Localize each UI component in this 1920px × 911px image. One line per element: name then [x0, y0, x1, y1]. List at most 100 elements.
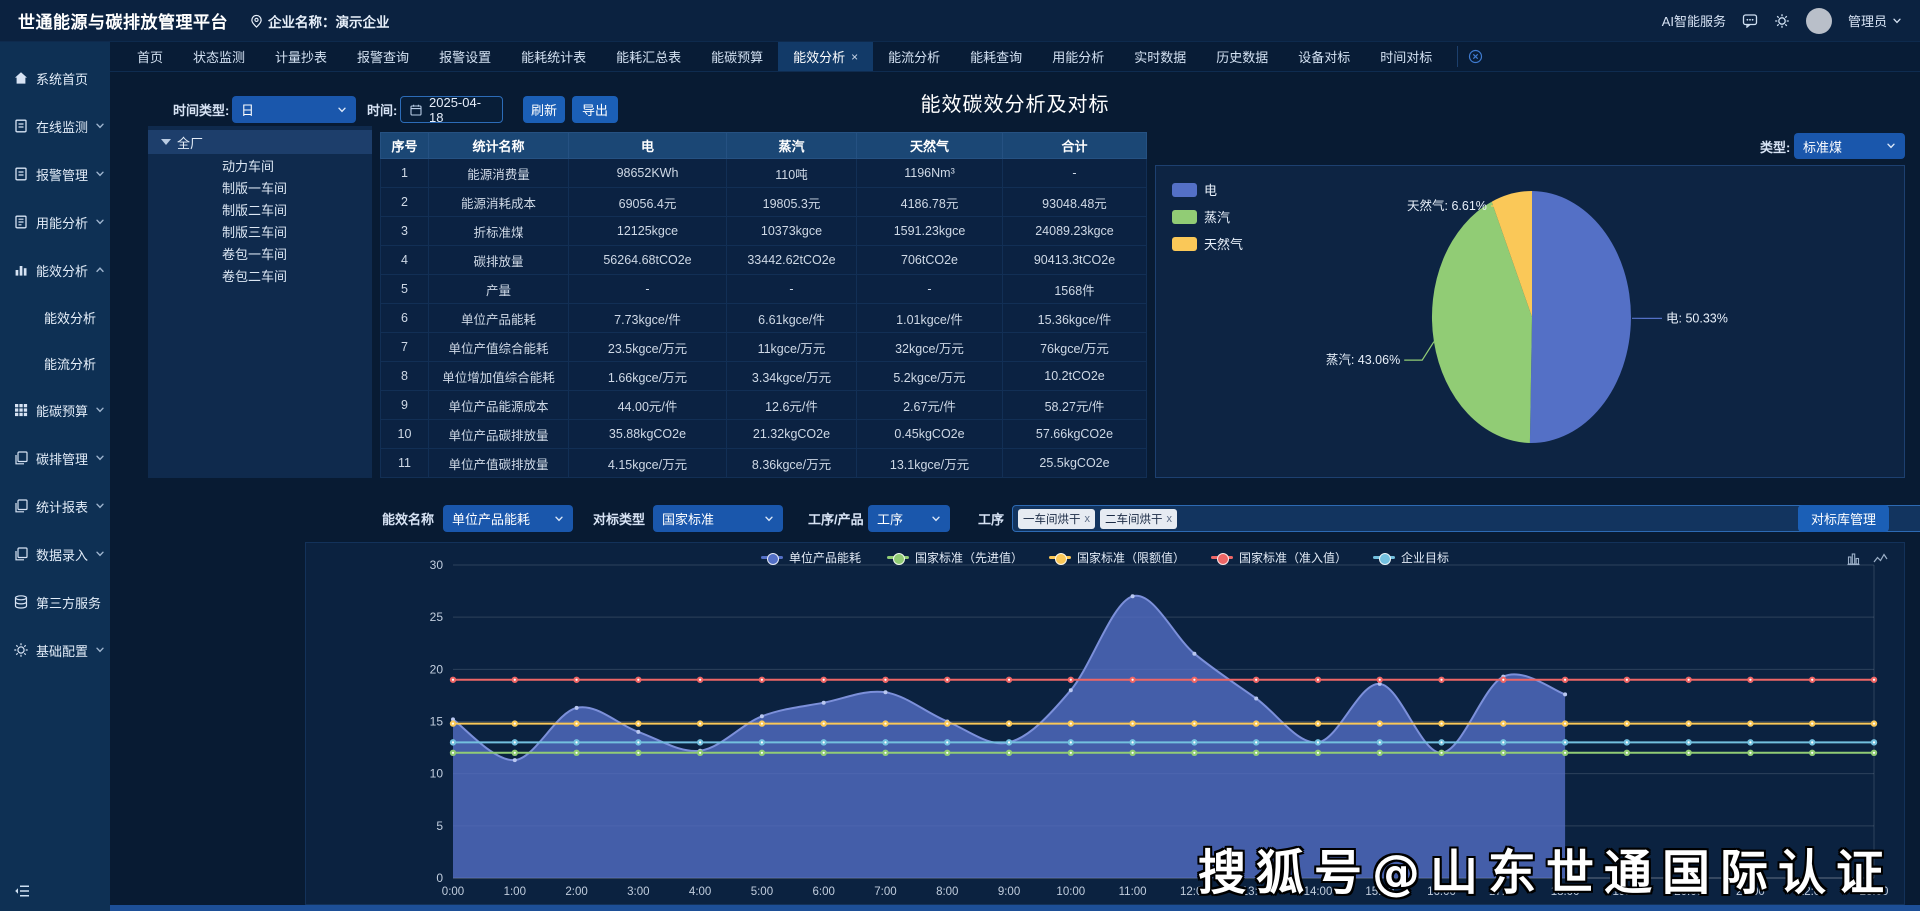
- line-chart-toggle-icon[interactable]: [1873, 551, 1888, 566]
- pie-legend-item-天然气[interactable]: 天然气: [1172, 234, 1243, 253]
- svg-text:20: 20: [430, 662, 444, 676]
- column-header-天然气: 天然气: [857, 133, 1003, 159]
- app-title: 世通能源与碳排放管理平台: [18, 8, 228, 33]
- gear-icon[interactable]: [1774, 13, 1790, 29]
- tab-能流分析[interactable]: 能流分析: [873, 42, 955, 71]
- tab-设备对标[interactable]: 设备对标: [1283, 42, 1365, 71]
- pie-type-select[interactable]: 标准煤: [1794, 133, 1905, 159]
- doc-icon: [13, 118, 29, 134]
- table-row: 5产量---1568件: [381, 275, 1147, 304]
- tab-状态监测[interactable]: 状态监测: [178, 42, 260, 71]
- sidebar-subitem-能效分析[interactable]: 能效分析: [0, 294, 110, 340]
- tab-用能分析[interactable]: 用能分析: [1037, 42, 1119, 71]
- tag-close-icon[interactable]: x: [1085, 513, 1091, 525]
- tab-能效分析[interactable]: 能效分析×: [778, 42, 873, 71]
- tree-node-制版二车间[interactable]: 制版二车间: [148, 198, 372, 220]
- chevron-down-icon: [95, 121, 105, 131]
- tab-报警查询[interactable]: 报警查询: [342, 42, 424, 71]
- collapse-sidebar-icon[interactable]: [14, 884, 30, 898]
- doc-lines-icon: [13, 214, 29, 230]
- tab-报警设置[interactable]: 报警设置: [424, 42, 506, 71]
- copy-icon: [13, 498, 29, 514]
- tab-能耗汇总表[interactable]: 能耗汇总表: [601, 42, 696, 71]
- horizontal-scrollbar[interactable]: [110, 905, 1920, 911]
- app-header: 世通能源与碳排放管理平台 企业名称：演示企业 AI智能服务 管理员: [0, 0, 1920, 42]
- sidebar-item-数据录入[interactable]: 数据录入: [0, 530, 110, 578]
- benchmark-type-select[interactable]: 国家标准: [653, 505, 783, 532]
- pie-slice-电[interactable]: [1530, 191, 1631, 443]
- user-menu[interactable]: 管理员: [1848, 11, 1902, 30]
- sidebar-item-在线监测[interactable]: 在线监测: [0, 102, 110, 150]
- tab-close-icon[interactable]: ×: [851, 50, 858, 64]
- svg-text:9:00: 9:00: [998, 886, 1020, 898]
- tab-首页[interactable]: 首页: [122, 42, 178, 71]
- legend-label: 单位产品能耗: [789, 549, 861, 566]
- chevron-up-icon: [95, 265, 105, 275]
- line-legend-item-企业目标[interactable]: 企业目标: [1373, 549, 1449, 566]
- legend-marker: [1211, 556, 1233, 559]
- sidebar-item-第三方服务[interactable]: 第三方服务: [0, 578, 110, 626]
- selected-tag-一车间烘干[interactable]: 一车间烘干x: [1018, 509, 1095, 529]
- metric-name-select[interactable]: 单位产品能耗: [443, 505, 573, 532]
- sidebar-item-能碳预算[interactable]: 能碳预算: [0, 386, 110, 434]
- line-legend-item-国家标准（限额值）[interactable]: 国家标准（限额值）: [1049, 549, 1185, 566]
- sidebar-item-报警管理[interactable]: 报警管理: [0, 150, 110, 198]
- tab-实时数据[interactable]: 实时数据: [1119, 42, 1201, 71]
- chevron-down-icon: [95, 501, 105, 511]
- tree-node-动力车间[interactable]: 动力车间: [148, 154, 372, 176]
- close-tabs-icon[interactable]: [1468, 42, 1483, 71]
- tab-时间对标[interactable]: 时间对标: [1365, 42, 1447, 71]
- chevron-down-icon: [1886, 141, 1896, 151]
- process-label: 工序: [978, 505, 1004, 532]
- tab-计量抄表[interactable]: 计量抄表: [260, 42, 342, 71]
- pie-legend-item-蒸汽[interactable]: 蒸汽: [1172, 207, 1243, 226]
- sidebar-item-系统首页[interactable]: 系统首页: [0, 54, 110, 102]
- pie-legend-item-电[interactable]: 电: [1172, 180, 1243, 199]
- sidebar-item-统计报表[interactable]: 统计报表: [0, 482, 110, 530]
- sidebar-item-label: 报警管理: [36, 165, 88, 184]
- line-legend-item-国家标准（准入值）[interactable]: 国家标准（准入值）: [1211, 549, 1347, 566]
- tree-node-卷包一车间[interactable]: 卷包一车间: [148, 242, 372, 264]
- bar-chart-toggle-icon[interactable]: [1846, 551, 1861, 566]
- tab-能耗查询[interactable]: 能耗查询: [955, 42, 1037, 71]
- sidebar-item-碳排管理[interactable]: 碳排管理: [0, 434, 110, 482]
- svg-text:25: 25: [430, 610, 444, 624]
- tab-label: 实时数据: [1134, 47, 1186, 66]
- line-legend-item-国家标准（先进值）[interactable]: 国家标准（先进值）: [887, 549, 1023, 566]
- selected-tag-二车间烘干[interactable]: 二车间烘干x: [1100, 509, 1177, 529]
- process-product-select[interactable]: 工序: [868, 505, 950, 532]
- tabbar: 首页状态监测计量抄表报警查询报警设置能耗统计表能耗汇总表能碳预算能效分析×能流分…: [110, 42, 1920, 72]
- sidebar-item-用能分析[interactable]: 用能分析: [0, 198, 110, 246]
- table-cell: 76kgce/万元: [1003, 333, 1147, 362]
- copy-icon: [13, 546, 29, 562]
- table-cell: 8: [381, 362, 429, 391]
- tree-node-制版一车间[interactable]: 制版一车间: [148, 176, 372, 198]
- tab-历史数据[interactable]: 历史数据: [1201, 42, 1283, 71]
- benchmark-type-value: 国家标准: [662, 509, 714, 528]
- table-cell: -: [857, 275, 1003, 304]
- sidebar-subitem-能流分析[interactable]: 能流分析: [0, 340, 110, 386]
- table-cell: 折标准煤: [429, 217, 569, 246]
- line-legend-item-单位产品能耗[interactable]: 单位产品能耗: [761, 549, 861, 566]
- ai-service-link[interactable]: AI智能服务: [1662, 11, 1726, 30]
- table-row: 3折标准煤12125kgce10373kgce1591.23kgce24089.…: [381, 217, 1147, 246]
- chevron-down-icon: [764, 514, 774, 524]
- tab-能耗统计表[interactable]: 能耗统计表: [506, 42, 601, 71]
- table-cell: 98652KWh: [569, 159, 727, 188]
- sidebar-item-能效分析[interactable]: 能效分析: [0, 246, 110, 294]
- tab-能碳预算[interactable]: 能碳预算: [696, 42, 778, 71]
- tab-label: 能耗汇总表: [616, 47, 681, 66]
- table-cell: -: [569, 275, 727, 304]
- legend-swatch: [1172, 237, 1197, 251]
- avatar[interactable]: [1806, 8, 1832, 34]
- chat-icon[interactable]: [1742, 13, 1758, 28]
- process-multiselect[interactable]: 一车间烘干x二车间烘干x: [1012, 505, 1920, 532]
- tab-label: 报警设置: [439, 47, 491, 66]
- tree-node-全厂[interactable]: 全厂: [148, 130, 372, 154]
- benchmark-manage-button[interactable]: 对标库管理: [1798, 505, 1889, 532]
- tag-close-icon[interactable]: x: [1167, 513, 1173, 525]
- column-header-序号: 序号: [381, 133, 429, 159]
- sidebar-item-基础配置[interactable]: 基础配置: [0, 626, 110, 674]
- tree-node-制版三车间[interactable]: 制版三车间: [148, 220, 372, 242]
- tree-node-卷包二车间[interactable]: 卷包二车间: [148, 264, 372, 286]
